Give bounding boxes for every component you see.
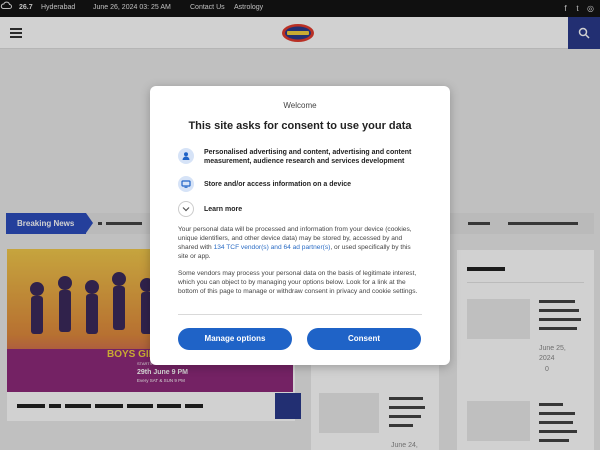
dialog-welcome: Welcome bbox=[283, 101, 317, 110]
consent-dialog: Welcome This site asks for consent to us… bbox=[150, 86, 450, 365]
manage-options-button[interactable]: Manage options bbox=[178, 328, 292, 350]
consent-button[interactable]: Consent bbox=[307, 328, 421, 350]
device-icon bbox=[178, 176, 194, 192]
learn-more-link[interactable]: Learn more bbox=[204, 205, 430, 214]
divider bbox=[178, 314, 422, 315]
vendors-link[interactable]: 134 TCF vendor(s) and 64 ad partner(s) bbox=[214, 244, 331, 251]
purpose-device-storage: Store and/or access information on a dev… bbox=[204, 181, 352, 188]
chevron-down-icon[interactable] bbox=[178, 201, 194, 217]
purpose-advertising: Personalised advertising and content, ad… bbox=[204, 149, 412, 165]
consent-description: Your personal data will be processed and… bbox=[178, 225, 422, 261]
dialog-title: This site asks for consent to use your d… bbox=[188, 120, 412, 132]
legitimate-interest-note: Some vendors may process your personal d… bbox=[178, 270, 418, 295]
person-icon bbox=[178, 148, 194, 164]
